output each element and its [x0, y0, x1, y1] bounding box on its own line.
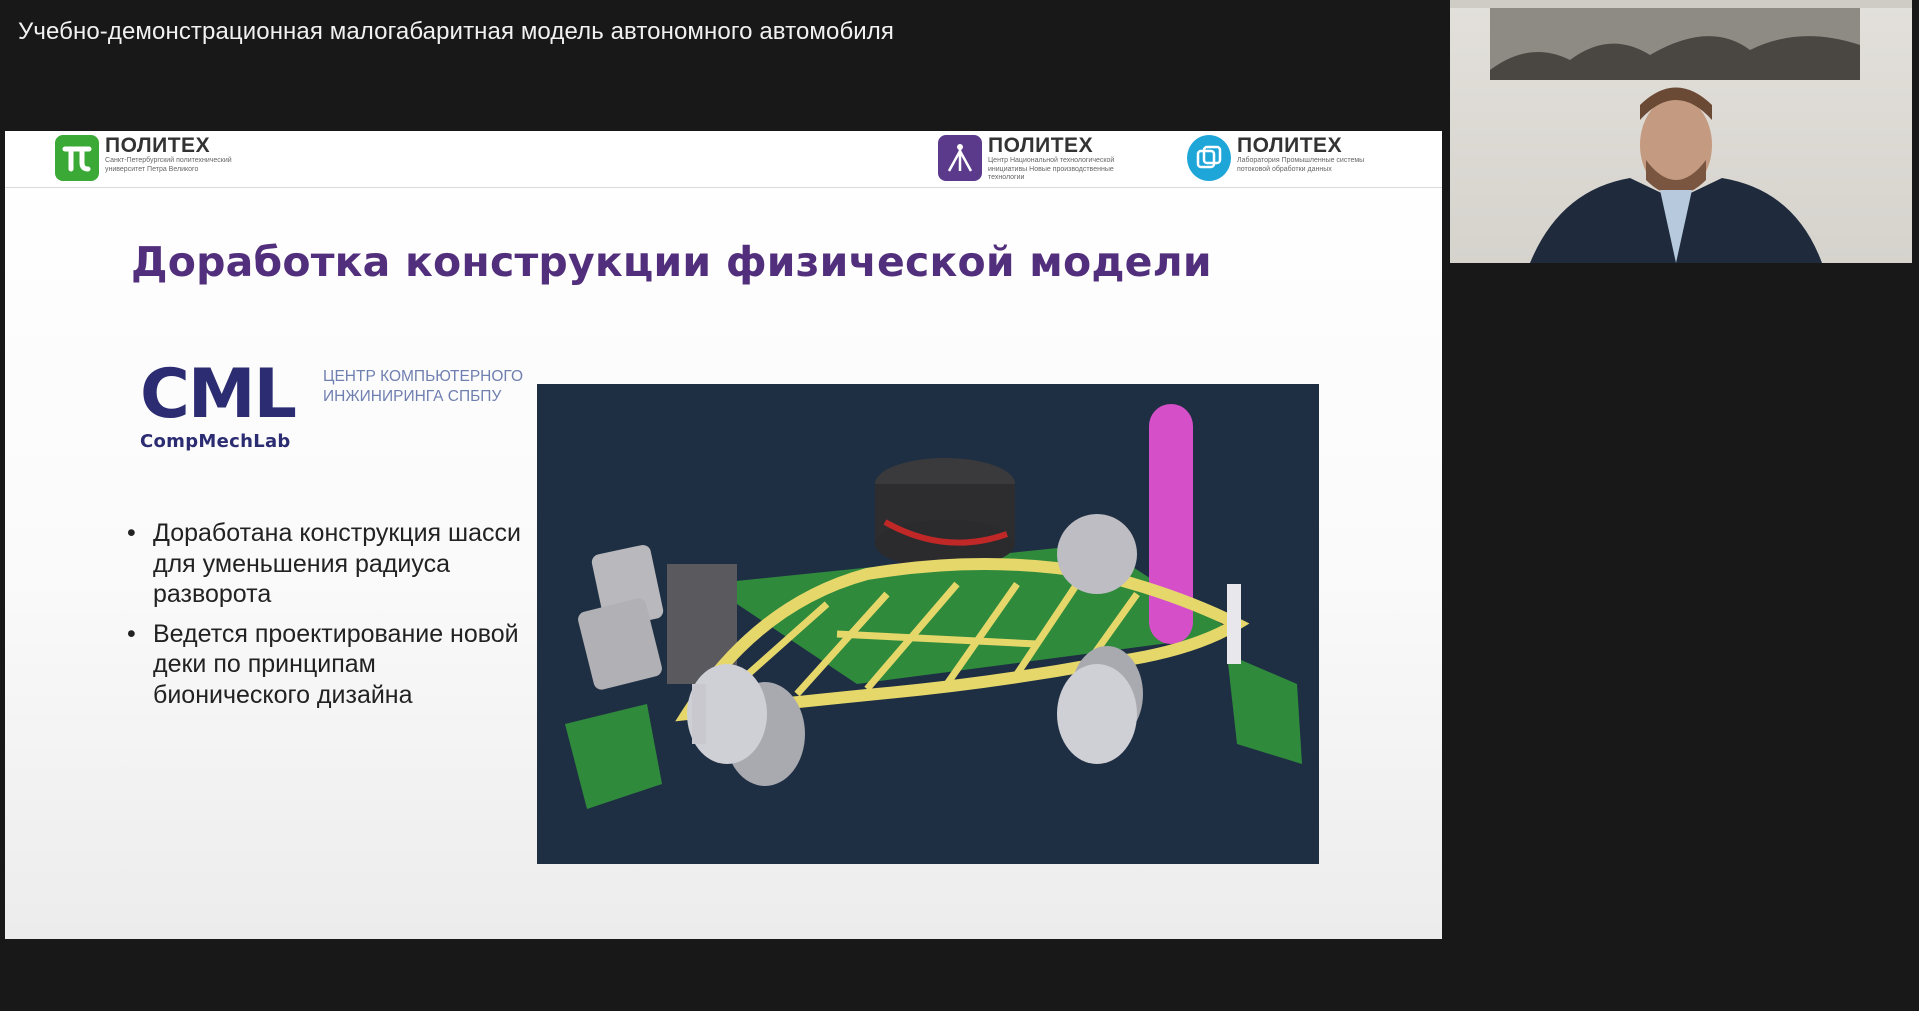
cml-logo-subtext: CompMechLab — [140, 431, 291, 452]
logo-subtitle: Санкт-Петербургский политехнический унив… — [105, 157, 232, 173]
logo-name: ПОЛИТЕХ — [1237, 134, 1343, 157]
cml-description: ЦЕНТР КОМПЬЮТЕРНОГО ИНЖИНИРИНГА СПбПУ — [323, 368, 524, 405]
video-title: Учебно-демонстрационная малогабаритная м… — [18, 18, 895, 45]
slide-title: Доработка конструкции физической модели — [131, 238, 1212, 286]
logo-subtitle: Центр Национальной технологической иници… — [988, 157, 1115, 181]
car-3d-render — [537, 384, 1319, 864]
logo-name: ПОЛИТЕХ — [988, 134, 1094, 157]
presentation-slide: ПОЛИТЕХ Санкт-Петербургский политехничес… — [5, 131, 1442, 939]
lab-logo-icon — [1187, 135, 1231, 181]
logo-name: ПОЛИТЕХ — [105, 134, 211, 157]
nti-logo-icon — [938, 135, 982, 181]
bullet-item: Доработана конструкция шасси для уменьше… — [125, 518, 535, 610]
pi-logo-icon — [55, 135, 99, 181]
slide-header: ПОЛИТЕХ Санкт-Петербургский политехничес… — [5, 131, 1442, 188]
lab-logo: ПОЛИТЕХ Лаборатория Промышленные системы… — [1187, 135, 1377, 181]
bullet-item: Ведется проектирование новой деки по при… — [125, 619, 535, 711]
presenter-webcam — [1450, 0, 1912, 263]
bullet-list: Доработана конструкция шасси для уменьше… — [125, 518, 535, 719]
nti-center-logo: ПОЛИТЕХ Центр Национальной технологическ… — [938, 135, 1128, 183]
cml-logo: CML CompMechLab — [140, 355, 297, 453]
logo-subtitle: Лаборатория Промышленные системы потоков… — [1237, 157, 1365, 173]
polytech-logo: ПОЛИТЕХ Санкт-Петербургский политехничес… — [55, 135, 245, 181]
cml-logo-text: CML — [140, 355, 297, 434]
